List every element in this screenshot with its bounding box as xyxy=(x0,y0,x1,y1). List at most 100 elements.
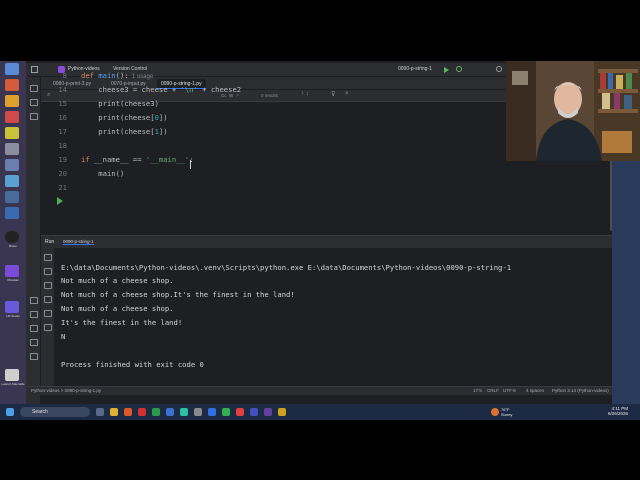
wrap-icon[interactable] xyxy=(44,282,52,289)
pycharm-taskbar-icon[interactable] xyxy=(250,408,258,416)
python-console-icon[interactable] xyxy=(30,311,38,318)
app-taskbar-icon[interactable] xyxy=(222,408,230,416)
code-token: (): xyxy=(115,71,129,80)
code-token: cheese3 = cheese + xyxy=(81,85,181,94)
letterbox-bottom xyxy=(0,420,640,480)
code-token: print(cheese[ xyxy=(81,127,155,136)
start-icon[interactable] xyxy=(6,408,14,416)
usage-hint[interactable]: 1 usage xyxy=(129,74,153,80)
app-taskbar-icon[interactable] xyxy=(194,408,202,416)
run-icon[interactable] xyxy=(444,67,449,73)
encoding[interactable]: UTF-8 xyxy=(503,388,516,393)
app-icon[interactable] xyxy=(5,159,19,171)
line-separator[interactable]: CRLF xyxy=(487,388,499,393)
line-number: 15 xyxy=(58,99,67,108)
main-menu-icon[interactable] xyxy=(31,66,38,73)
code-line[interactable]: if __name__ == '__main__': xyxy=(81,155,194,164)
run-config-selector[interactable]: 0090-p-string-1 xyxy=(398,66,432,72)
app-icon[interactable] xyxy=(5,95,19,107)
print-icon[interactable] xyxy=(44,310,52,317)
settings-icon[interactable] xyxy=(496,66,502,72)
obsidian-icon[interactable] xyxy=(5,265,19,277)
code-token: if xyxy=(81,155,94,164)
file-explorer-icon[interactable] xyxy=(110,408,118,416)
app-taskbar-icon[interactable] xyxy=(264,408,272,416)
delete-icon[interactable] xyxy=(44,324,52,331)
breadcrumb[interactable]: Python-videos > 0090-p-string-1.py xyxy=(31,388,101,393)
app-taskbar-icon[interactable] xyxy=(236,408,244,416)
desktop-strip: Brave Obsidian LM Studio Launch MacroMe xyxy=(0,61,26,404)
run-toolbar xyxy=(41,248,55,387)
app-taskbar-icon[interactable] xyxy=(278,408,286,416)
code-token: main() xyxy=(81,169,125,178)
search-placeholder: Search xyxy=(32,409,48,415)
run-gutter-icon[interactable] xyxy=(57,197,63,205)
desktop-wallpaper xyxy=(612,161,640,404)
app-taskbar-icon[interactable] xyxy=(208,408,216,416)
desktop-label-brave: Brave xyxy=(9,244,17,248)
webcam-image xyxy=(506,61,640,161)
code-line[interactable]: main() xyxy=(81,169,124,178)
macrome-icon[interactable] xyxy=(5,369,19,381)
app-icon[interactable] xyxy=(5,191,19,203)
interpreter[interactable]: Python 3.14 (Python-videos) xyxy=(552,388,609,393)
more-tools-icon[interactable] xyxy=(30,113,38,120)
code-line[interactable]: def main(): 1 usage xyxy=(81,71,153,80)
recycle-bin-icon[interactable] xyxy=(5,63,19,75)
lm-studio-icon[interactable] xyxy=(5,301,19,313)
weather-icon[interactable] xyxy=(491,408,499,416)
debug-icon[interactable] xyxy=(456,66,462,72)
caret-position[interactable]: 17:5 xyxy=(473,388,482,393)
app-taskbar-icon[interactable] xyxy=(166,408,174,416)
code-line[interactable]: print(cheese3) xyxy=(81,99,159,108)
app-icon[interactable] xyxy=(5,175,19,187)
indent[interactable]: 4 spaces xyxy=(526,388,544,393)
brave-icon[interactable] xyxy=(5,231,19,243)
app-icon[interactable] xyxy=(5,207,19,219)
line-number: 16 xyxy=(58,113,67,122)
clock[interactable]: 4:11 PM 6/26/2026 xyxy=(608,406,628,416)
find-results: 0 results xyxy=(261,93,279,98)
taskbar-search[interactable]: Search xyxy=(20,407,90,417)
output-line: N xyxy=(61,332,66,341)
app-icon[interactable] xyxy=(5,143,19,155)
filter-icon[interactable]: ⊽ xyxy=(331,91,335,98)
problems-icon[interactable] xyxy=(30,325,38,332)
find-arrows-icon[interactable]: ↑ ↓ xyxy=(301,91,309,97)
weather-text[interactable]: 76°F Sunny xyxy=(501,407,521,417)
rerun-icon[interactable] xyxy=(44,254,52,261)
app-icon[interactable] xyxy=(5,127,19,139)
desktop-label-macrome: Launch MacroMe xyxy=(1,382,25,386)
app-taskbar-icon[interactable] xyxy=(152,408,160,416)
output-line: E:\data\Documents\Python-videos\.venv\Sc… xyxy=(61,263,512,272)
app-icon[interactable] xyxy=(5,79,19,91)
stop-icon[interactable] xyxy=(44,268,52,275)
python-packages-icon[interactable] xyxy=(30,297,38,304)
brave-taskbar-icon[interactable] xyxy=(124,408,132,416)
run-tab[interactable]: 0090-p-string-1 xyxy=(63,239,94,245)
task-view-icon[interactable] xyxy=(96,408,104,416)
line-number: 14 xyxy=(58,85,67,94)
output-line: Not much of a cheese shop. xyxy=(61,276,174,285)
output-line: Not much of a cheese shop.It's the fines… xyxy=(61,290,295,299)
project-tool-icon[interactable] xyxy=(30,85,38,92)
services-icon[interactable] xyxy=(30,353,38,360)
webcam-overlay xyxy=(506,61,640,161)
app-icon[interactable] xyxy=(5,111,19,123)
code-line[interactable]: cheese3 = cheese + '\n' + cheese2 xyxy=(81,85,241,94)
line-number: 8 xyxy=(62,71,67,80)
structure-tool-icon[interactable] xyxy=(30,99,38,106)
close-icon[interactable]: × xyxy=(345,91,349,97)
code-token: def xyxy=(81,71,99,80)
app-taskbar-icon[interactable] xyxy=(138,408,146,416)
code-line[interactable]: print(cheese[0]) xyxy=(81,113,167,122)
code-line[interactable]: print(cheese[1]) xyxy=(81,127,168,136)
process-exit-line: Process finished with exit code 0 xyxy=(61,360,204,369)
app-taskbar-icon[interactable] xyxy=(180,408,188,416)
line-number: 19 xyxy=(58,155,67,164)
scroll-end-icon[interactable] xyxy=(44,296,52,303)
code-token: ]) xyxy=(158,127,168,136)
letterbox-top xyxy=(0,0,640,61)
output-line: It's the finest in the land! xyxy=(61,318,183,327)
terminal-icon[interactable] xyxy=(30,339,38,346)
